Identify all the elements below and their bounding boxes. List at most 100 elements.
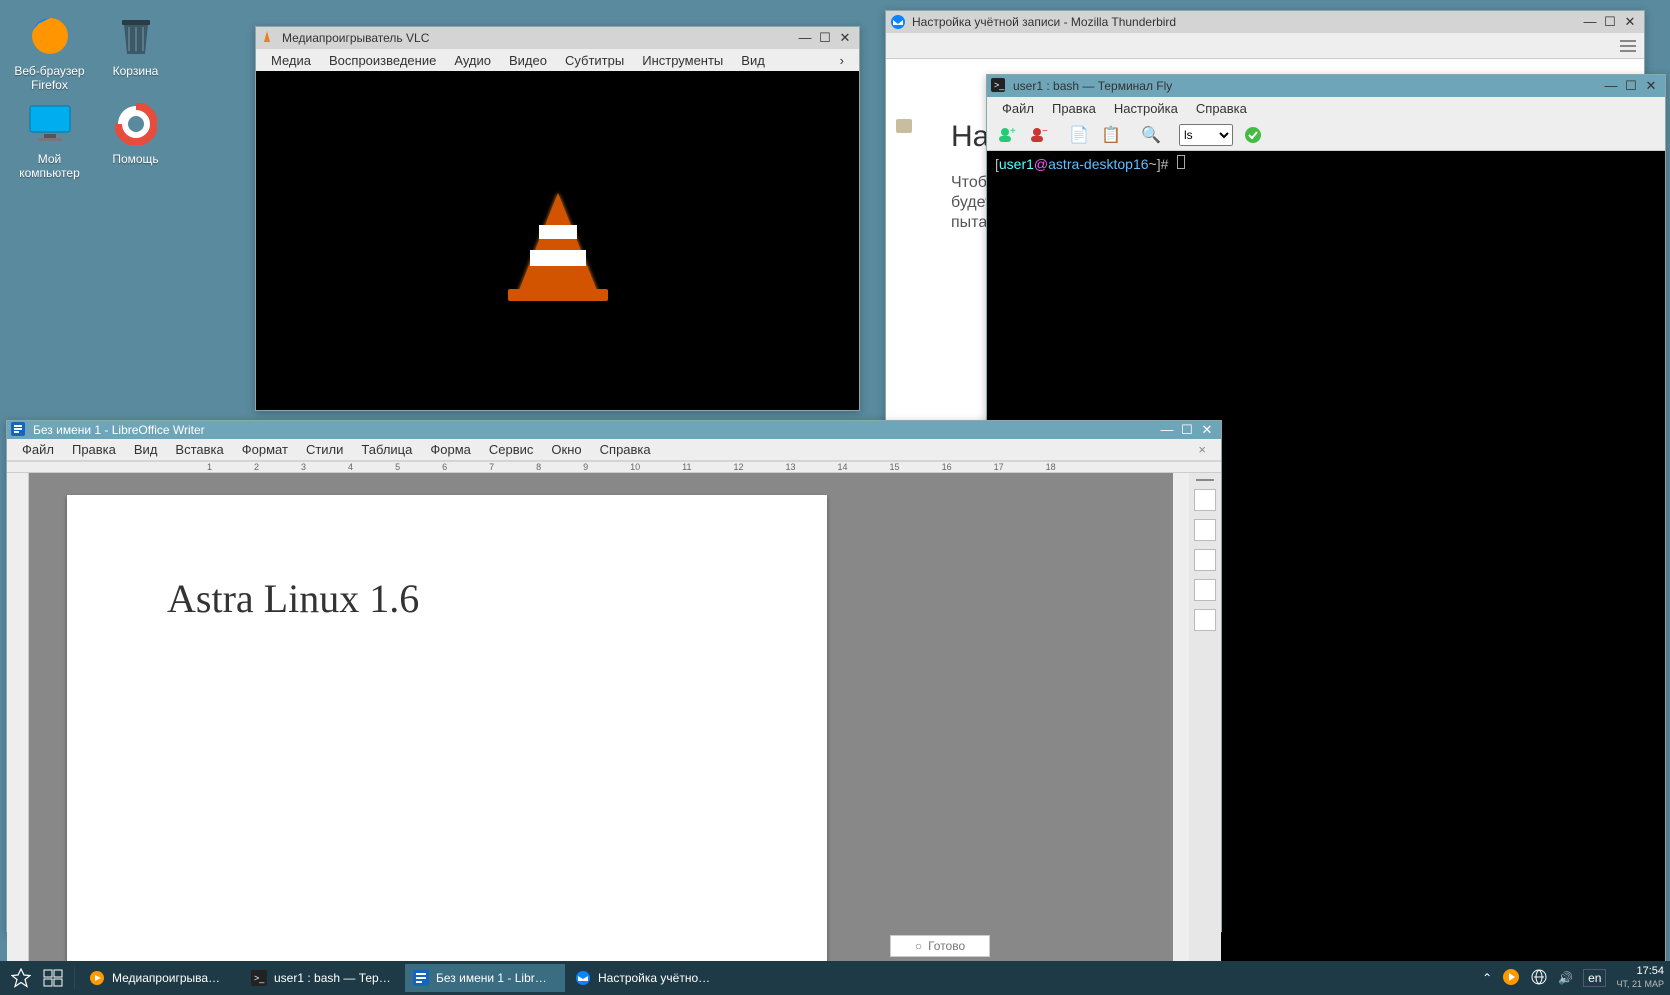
chevron-up-icon[interactable]: ⌃: [1482, 971, 1492, 985]
task-vlc[interactable]: Медиапроигрыва…: [81, 964, 241, 992]
menu-playback[interactable]: Воспроизведение: [320, 50, 445, 71]
desktop-icon-help[interactable]: Помощь: [98, 100, 173, 166]
properties-panel-icon[interactable]: [1194, 489, 1216, 511]
media-tray-icon[interactable]: [1502, 968, 1520, 989]
menu-media[interactable]: Медиа: [262, 50, 320, 71]
close-button[interactable]: ✕: [835, 29, 855, 47]
menubar: Файл Правка Настройка Справка: [987, 97, 1665, 119]
vertical-ruler[interactable]: [7, 473, 29, 995]
remove-user-icon[interactable]: −: [1027, 124, 1051, 146]
vlc-cone-icon: [88, 969, 106, 987]
maximize-button[interactable]: ☐: [1177, 421, 1197, 439]
menu-video[interactable]: Видео: [500, 50, 556, 71]
gallery-panel-icon[interactable]: [1194, 579, 1216, 601]
task-writer[interactable]: Без имени 1 - Libr…: [405, 964, 565, 992]
menu-tools[interactable]: Инструменты: [633, 50, 732, 71]
menu-edit[interactable]: Правка: [63, 439, 125, 460]
task-thunderbird[interactable]: Настройка учётно…: [567, 964, 727, 992]
tab-bar: [886, 33, 1644, 59]
menu-tools[interactable]: Сервис: [480, 439, 543, 460]
menu-edit[interactable]: Правка: [1043, 98, 1105, 119]
desktop-icon-computer[interactable]: Мой компьютер: [12, 100, 87, 180]
sidebar-menu-icon[interactable]: [1196, 479, 1214, 481]
menubar: Медиа Воспроизведение Аудио Видео Субтит…: [256, 49, 859, 71]
chevron-right-icon[interactable]: ›: [831, 50, 853, 71]
desktop-icon-firefox[interactable]: Веб-браузер Firefox: [12, 12, 87, 92]
copy-icon[interactable]: 📄: [1067, 124, 1091, 146]
menu-settings[interactable]: Настройка: [1105, 98, 1187, 119]
writer-window: Без имени 1 - LibreOffice Writer — ☐ ✕ Ф…: [6, 420, 1222, 932]
menu-styles[interactable]: Стили: [297, 439, 352, 460]
titlebar[interactable]: Без имени 1 - LibreOffice Writer — ☐ ✕: [7, 421, 1221, 439]
menu-window[interactable]: Окно: [542, 439, 590, 460]
minimize-button[interactable]: —: [1157, 421, 1177, 439]
terminal-icon: >_: [991, 78, 1007, 94]
command-select[interactable]: ls: [1179, 124, 1233, 146]
task-view-button[interactable]: [38, 964, 68, 992]
menu-view[interactable]: Вид: [125, 439, 167, 460]
task-terminal[interactable]: >_ user1 : bash — Тер…: [243, 964, 403, 992]
minimize-button[interactable]: —: [1601, 77, 1621, 95]
thunderbird-status: ○Готово: [890, 935, 990, 957]
vertical-scrollbar[interactable]: [1173, 473, 1189, 995]
vlc-window: Медиапроигрыватель VLC — ☐ ✕ Медиа Воспр…: [255, 26, 860, 411]
toolbar: + − 📄 📋 🔍 ls: [987, 119, 1665, 151]
system-tray: ⌃ 🔊 en 17:54 ЧТ, 21 МАР: [1482, 965, 1664, 991]
page: Astra Linux 1.6: [67, 495, 827, 995]
network-icon[interactable]: [1530, 968, 1548, 989]
document-canvas[interactable]: Astra Linux 1.6: [29, 473, 1173, 995]
svg-text:−: −: [1042, 126, 1048, 137]
keyboard-layout[interactable]: en: [1583, 969, 1606, 987]
minimize-button[interactable]: —: [1580, 13, 1600, 31]
search-icon[interactable]: 🔍: [1139, 124, 1163, 146]
menu-form[interactable]: Форма: [421, 439, 480, 460]
horizontal-ruler[interactable]: 123456789101112131415161718: [7, 462, 1221, 473]
menu-icon[interactable]: [1620, 45, 1636, 47]
titlebar[interactable]: Медиапроигрыватель VLC — ☐ ✕: [256, 27, 859, 49]
titlebar[interactable]: >_ user1 : bash — Терминал Fly — ☐ ✕: [987, 75, 1665, 97]
volume-icon[interactable]: 🔊: [1558, 971, 1573, 985]
close-button[interactable]: ✕: [1197, 421, 1217, 439]
close-button[interactable]: ✕: [1641, 77, 1661, 95]
video-canvas: [256, 71, 859, 410]
desktop-icon-trash[interactable]: Корзина: [98, 12, 173, 78]
folder-icon: [896, 119, 912, 133]
close-button[interactable]: ✕: [1620, 13, 1640, 31]
maximize-button[interactable]: ☐: [1621, 77, 1641, 95]
menu-subtitles[interactable]: Субтитры: [556, 50, 633, 71]
monitor-icon: [26, 100, 74, 148]
paste-icon[interactable]: 📋: [1099, 124, 1123, 146]
menu-file[interactable]: Файл: [993, 98, 1043, 119]
menu-help[interactable]: Справка: [1187, 98, 1256, 119]
tab-close-icon[interactable]: ×: [1189, 439, 1215, 460]
start-button[interactable]: [6, 964, 36, 992]
execute-icon[interactable]: [1241, 124, 1265, 146]
clock[interactable]: 17:54 ЧТ, 21 МАР: [1616, 965, 1664, 991]
maximize-button[interactable]: ☐: [1600, 13, 1620, 31]
titlebar[interactable]: Настройка учётной записи - Mozilla Thund…: [886, 11, 1644, 33]
thunderbird-icon: [574, 969, 592, 987]
menu-file[interactable]: Файл: [13, 439, 63, 460]
menu-audio[interactable]: Аудио: [445, 50, 500, 71]
menu-insert[interactable]: Вставка: [166, 439, 232, 460]
maximize-button[interactable]: ☐: [815, 29, 835, 47]
styles-panel-icon[interactable]: [1194, 549, 1216, 571]
taskbar: Медиапроигрыва… >_ user1 : bash — Тер… Б…: [0, 961, 1670, 995]
menubar: Файл Правка Вид Вставка Формат Стили Таб…: [7, 439, 1221, 460]
menu-view[interactable]: Вид: [732, 50, 774, 71]
menu-format[interactable]: Формат: [233, 439, 297, 460]
svg-text:>_: >_: [994, 80, 1005, 90]
navigator-panel-icon[interactable]: [1194, 609, 1216, 631]
menu-table[interactable]: Таблица: [352, 439, 421, 460]
life-ring-icon: [112, 100, 160, 148]
menu-help[interactable]: Справка: [591, 439, 660, 460]
add-user-icon[interactable]: +: [995, 124, 1019, 146]
page-panel-icon[interactable]: [1194, 519, 1216, 541]
vlc-cone-icon: [260, 30, 276, 46]
document-text[interactable]: Astra Linux 1.6: [167, 575, 727, 622]
sidebar: [1189, 473, 1221, 995]
writer-icon: [412, 969, 430, 987]
firefox-icon: [26, 12, 74, 60]
minimize-button[interactable]: —: [795, 29, 815, 47]
svg-text:>_: >_: [254, 973, 265, 983]
